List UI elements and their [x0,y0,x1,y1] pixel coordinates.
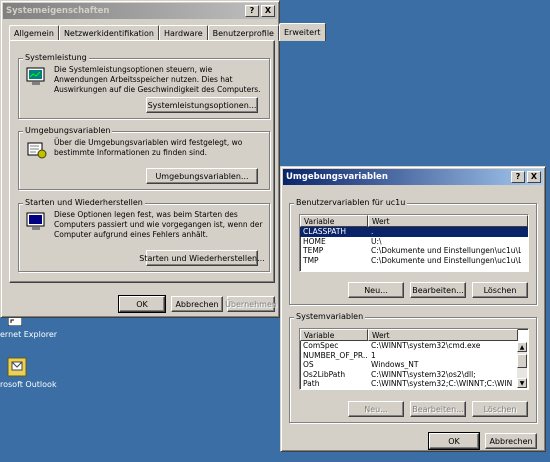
tab-hardware[interactable]: Hardware [158,25,208,40]
system-properties-window: Systemeigenschaften ? X Allgemein Netzwe… [0,0,326,318]
row-value: C:\WINNT\system32\cmd.exe [371,341,481,350]
row-variable: CLASSPATH [303,227,347,236]
outlook-icon [6,356,28,378]
user-variables-label: Benutzervariablen für uc1u [294,198,408,207]
outlook-label: rosoft Outlook [0,380,57,389]
list-header: Variable Wert [300,215,528,227]
table-row[interactable]: CLASSPATH . [300,227,528,237]
row-variable: OS [303,360,314,369]
tab-erweitert[interactable]: Erweitert [278,23,326,41]
row-value: U:\ [371,236,382,246]
system-variables-label: Systemvariablen [294,312,366,321]
startup-recovery-button[interactable]: Starten und Wiederherstellen... [139,250,265,266]
column-header-value[interactable]: Wert [368,215,528,227]
row-value: C:\Dokumente und Einstellungen\uc1u\Lo [371,255,521,265]
row-variable: NUMBER_OF_PR... [303,350,368,360]
environment-variables-titlebar[interactable]: Umgebungsvariablen ? X [283,169,543,185]
list-header: Variable Wert [300,329,528,341]
row-value: C:\WINNT\system32;C:\WINNT;C:\WIN [371,379,513,388]
environment-group: Umgebungsvariablen Über die Umgebungsvar… [18,126,270,190]
table-row[interactable]: Os2LibPath C:\WINNT\system32\os2\dll; [300,370,528,380]
window-title: Systemeigenschaften [6,6,110,16]
system-edit-button[interactable]: Bearbeiten... [410,401,466,417]
environment-group-label: Umgebungsvariablen [23,126,113,135]
help-button[interactable]: ? [245,5,259,17]
column-header-variable[interactable]: Variable [300,215,368,227]
row-variable: ComSpec [303,341,339,350]
cancel-button[interactable]: Abbrechen [171,296,223,312]
performance-group-label: Systemleistung [23,53,89,62]
performance-monitor-icon [26,67,48,87]
system-new-button[interactable]: Neu... [348,401,404,417]
row-value: 1 [371,350,376,360]
user-variables-list[interactable]: Variable Wert CLASSPATH . HOME U:\ TEMP … [299,214,529,272]
row-value: C:\WINNT\system32\os2\dll; [371,369,476,379]
table-row[interactable]: HOME U:\ [300,237,528,247]
startup-description: Diese Optionen legen fest, was beim Star… [54,210,263,239]
environment-description: Über die Umgebungsvariablen wird festgel… [54,138,243,157]
row-variable: Path [303,379,320,388]
advanced-tab-panel: Systemleistung Die Systemleistungsoption… [9,40,275,283]
internet-explorer-label: ernet Explorer [0,330,58,339]
table-row[interactable]: NUMBER_OF_PR... 1 [300,351,528,361]
scroll-thumb[interactable] [517,354,527,368]
row-variable: TMP [303,255,319,265]
column-header-variable[interactable]: Variable [300,329,368,341]
table-row[interactable]: TEMP C:\Dokumente und Einstellungen\uc1u… [300,246,528,256]
startup-recovery-group: Starten und Wiederherstellen Diese Optio… [18,198,270,272]
dialog-cancel-button[interactable]: Abbrechen [485,433,537,449]
environment-variables-icon [26,139,48,159]
row-value: C:\Dokumente und Einstellungen\uc1u\Lo [371,246,521,255]
startup-group-label: Starten und Wiederherstellen [23,198,145,207]
table-row[interactable]: Path C:\WINNT\system32;C:\WINNT;C:\WIN [300,379,528,389]
dialog-close-button[interactable]: X [527,171,541,183]
user-variables-group: Benutzervariablen für uc1u Variable Wert… [289,198,537,305]
system-variables-list[interactable]: Variable Wert ComSpec C:\WINNT\system32\… [299,328,529,390]
performance-options-button[interactable]: Systemleistungsoptionen... [146,97,258,113]
system-variables-group: Systemvariablen Variable Wert ComSpec C:… [289,312,537,423]
row-variable: TEMP [303,246,324,255]
table-row[interactable]: TMP C:\Dokumente und Einstellungen\uc1u\… [300,256,528,266]
close-button[interactable]: X [261,5,275,17]
ok-button[interactable]: OK [118,295,166,313]
row-variable: Os2LibPath [303,369,346,379]
user-edit-button[interactable]: Bearbeiten... [410,282,466,298]
row-value: Windows_NT [371,360,419,369]
performance-description: Die Systemleistungsoptionen steuern, wie… [54,65,261,94]
tab-netzwerkidentifikation[interactable]: Netzwerkidentifikation [58,25,159,40]
apply-button[interactable]: Übernehmen [225,296,277,312]
user-delete-button[interactable]: Löschen [472,282,528,298]
dialog-title: Umgebungsvariablen [286,172,388,182]
startup-recovery-icon [26,212,48,232]
table-row[interactable]: ComSpec C:\WINNT\system32\cmd.exe [300,341,528,351]
system-list-scrollbar[interactable]: ▲ ▼ [517,342,527,388]
dialog-help-button[interactable]: ? [511,171,525,183]
performance-group: Systemleistung Die Systemleistungsoption… [18,53,270,119]
table-row[interactable]: OS Windows_NT [300,360,528,370]
environment-variables-button[interactable]: Umgebungsvariablen... [146,168,258,184]
user-new-button[interactable]: Neu... [348,282,404,298]
scroll-up-arrow-icon[interactable]: ▲ [517,342,527,352]
dialog-ok-button[interactable]: OK [428,432,480,450]
tab-allgemein[interactable]: Allgemein [9,25,59,40]
scroll-down-arrow-icon[interactable]: ▼ [517,378,527,388]
row-value: . [371,227,374,236]
system-properties-titlebar[interactable]: Systemeigenschaften ? X [3,3,277,19]
environment-variables-dialog: Umgebungsvariablen ? X Benutzervariablen… [280,166,546,452]
tab-benutzerprofile[interactable]: Benutzerprofile [207,25,279,40]
tab-strip: Allgemein Netzwerkidentifikation Hardwar… [9,23,326,41]
row-variable: HOME [303,236,326,246]
system-delete-button[interactable]: Löschen [472,401,528,417]
column-header-value[interactable]: Wert [368,329,518,341]
